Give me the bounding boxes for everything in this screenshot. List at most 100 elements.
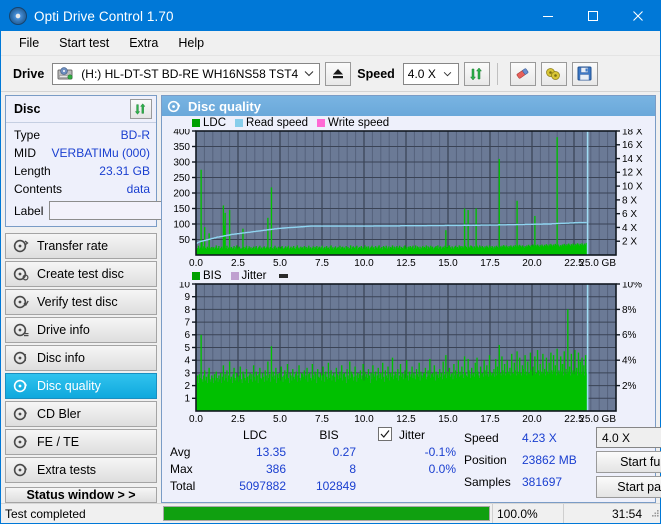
stat-max-ldc: 386: [265, 462, 286, 476]
progress-bar: [163, 506, 490, 521]
drive-value: (H:) HL-DT-ST BD-RE WH16NS58 TST4: [81, 66, 299, 81]
sidebar-label: Disc quality: [37, 379, 101, 393]
legend-swatch-write-speed: [317, 118, 326, 127]
menu-extra[interactable]: Extra: [119, 33, 168, 53]
samples-readout-label: Samples: [464, 475, 511, 489]
svg-text:4: 4: [184, 356, 190, 367]
sidebar-item-extra-tests[interactable]: Extra tests: [5, 457, 157, 483]
drive-select[interactable]: (H:) HL-DT-ST BD-RE WH16NS58 TST4: [52, 62, 321, 85]
chevron-down-icon[interactable]: [299, 70, 319, 77]
svg-text:18 X: 18 X: [622, 129, 643, 137]
sidebar-item-drive-info[interactable]: Drive info: [5, 317, 157, 343]
legend-swatch-ldc: [192, 118, 200, 127]
sidebar-item-disc-quality[interactable]: Disc quality: [5, 373, 157, 399]
legend-label: Read speed: [246, 116, 309, 129]
sidebar-label: Verify test disc: [37, 295, 118, 309]
drive-icon: [57, 66, 74, 81]
speed-select[interactable]: 4.0 X: [402, 62, 459, 85]
disc-mid-key: MID: [14, 146, 36, 160]
panel-header: Disc quality: [162, 96, 655, 116]
progress-percent: 100.0%: [492, 504, 563, 523]
bitsetting-button[interactable]: [540, 61, 567, 86]
menu-file[interactable]: File: [9, 33, 49, 53]
disc-label-row: Label: [14, 198, 261, 221]
sidebar-item-cd-bler[interactable]: CD Bler: [5, 401, 157, 427]
stat-max-jitter: 0.0%: [428, 462, 456, 476]
disc-length-value: 23.31 GB: [99, 164, 150, 178]
legend-write-speed: Write speed: [317, 117, 389, 129]
menu-start-test[interactable]: Start test: [49, 33, 119, 53]
legend-swatch-jitter: [230, 271, 239, 280]
toolbar-separator: [496, 62, 498, 85]
svg-text:10%: 10%: [622, 282, 642, 290]
stat-row-label: Total: [170, 479, 196, 493]
status-window-button[interactable]: Status window > >: [5, 487, 157, 503]
svg-text:7.5: 7.5: [315, 258, 329, 269]
svg-text:9: 9: [184, 292, 190, 303]
elapsed-time: 31:54: [563, 504, 646, 523]
legend-marker-dark: [279, 273, 289, 278]
svg-text:300: 300: [173, 157, 190, 168]
ldc-plot: 50 100 150 200 250 300 350 400 2 X 4 X 6 X 8 X 10 X 1…: [162, 129, 655, 269]
svg-text:2.5: 2.5: [231, 258, 245, 269]
eraser-button[interactable]: [509, 61, 536, 86]
eject-button[interactable]: [325, 61, 352, 86]
sidebar-item-disc-info[interactable]: Disc info: [5, 345, 157, 371]
legend-label: LDC: [203, 116, 227, 129]
bis-chart: BIS Jitter 1 2 3 4 5 6 7 8 9 10 2% 4% 6% 8% 10% 0.0 2.5 5…: [162, 269, 655, 427]
sidebar-nav: Transfer rate Create test disc Verify te…: [5, 233, 157, 483]
svg-text:3: 3: [184, 368, 190, 379]
jitter-checkbox[interactable]: [364, 427, 392, 444]
test-speed-value: 4.0 X: [602, 430, 631, 445]
stat-max-bis: 8: [349, 462, 356, 476]
svg-text:0.0: 0.0: [189, 258, 203, 269]
stat-row-label: Max: [170, 462, 193, 476]
stat-spacer: [364, 478, 392, 495]
svg-text:16 X: 16 X: [622, 140, 643, 151]
start-full-button[interactable]: Start full: [596, 451, 661, 473]
position-readout-label: Position: [464, 453, 507, 467]
svg-text:2.5: 2.5: [231, 414, 245, 425]
minimize-icon[interactable]: [525, 1, 570, 31]
run-readouts: Speed 4.23 X Position 23862 MB Samples 3…: [464, 427, 594, 498]
test-speed-select[interactable]: 4.0 X: [596, 427, 661, 448]
disc-contents-value: data: [126, 182, 150, 196]
sidebar-item-create-test-disc[interactable]: Create test disc: [5, 261, 157, 287]
legend-ldc: LDC: [192, 117, 226, 129]
disc-info-icon: [13, 350, 29, 366]
menu-help[interactable]: Help: [168, 33, 214, 53]
sidebar-item-verify-test-disc[interactable]: Verify test disc: [5, 289, 157, 315]
maximize-icon[interactable]: [570, 1, 615, 31]
disc-contents-key: Contents: [14, 182, 63, 196]
refresh-button[interactable]: [463, 61, 490, 86]
legend-label: Write speed: [328, 116, 390, 129]
disc-verify-icon: [13, 294, 29, 310]
stat-spacer: [364, 461, 392, 478]
svg-text:5.0: 5.0: [273, 414, 287, 425]
disc-info-icon: [13, 322, 29, 338]
svg-text:2%: 2%: [622, 381, 637, 392]
close-icon[interactable]: [615, 1, 660, 31]
speed-label: Speed: [357, 66, 395, 81]
svg-text:7.5: 7.5: [315, 414, 329, 425]
disc-quality-icon: [13, 378, 29, 394]
svg-text:12 X: 12 X: [622, 168, 643, 179]
stat-avg-ldc: 13.35: [255, 445, 286, 459]
sidebar-item-transfer-rate[interactable]: Transfer rate: [5, 233, 157, 259]
disc-refresh-button[interactable]: [130, 99, 152, 119]
start-part-button[interactable]: Start part: [596, 476, 661, 498]
disc-row-mid: MID VERBATIMu (000): [14, 144, 150, 162]
legend-bis: BIS: [192, 270, 222, 282]
svg-text:12.5: 12.5: [396, 258, 416, 269]
sidebar-item-fe-te[interactable]: FE / TE: [5, 429, 157, 455]
save-button[interactable]: [571, 61, 598, 86]
table-row: Avg 13.35 0.27 -0.1%: [164, 444, 464, 461]
sidebar: Disc Type BD-R MID VERBATIMu (000) Lengt…: [5, 95, 261, 503]
svg-text:2: 2: [184, 381, 190, 392]
action-buttons: 4.0 X Start full Start part: [594, 427, 661, 498]
svg-text:4 X: 4 X: [622, 223, 637, 234]
resize-grip-icon[interactable]: [646, 508, 660, 519]
speed-value: 4.0 X: [407, 66, 436, 81]
disc-test-icon: [13, 238, 29, 254]
chevron-down-icon[interactable]: [438, 71, 458, 77]
